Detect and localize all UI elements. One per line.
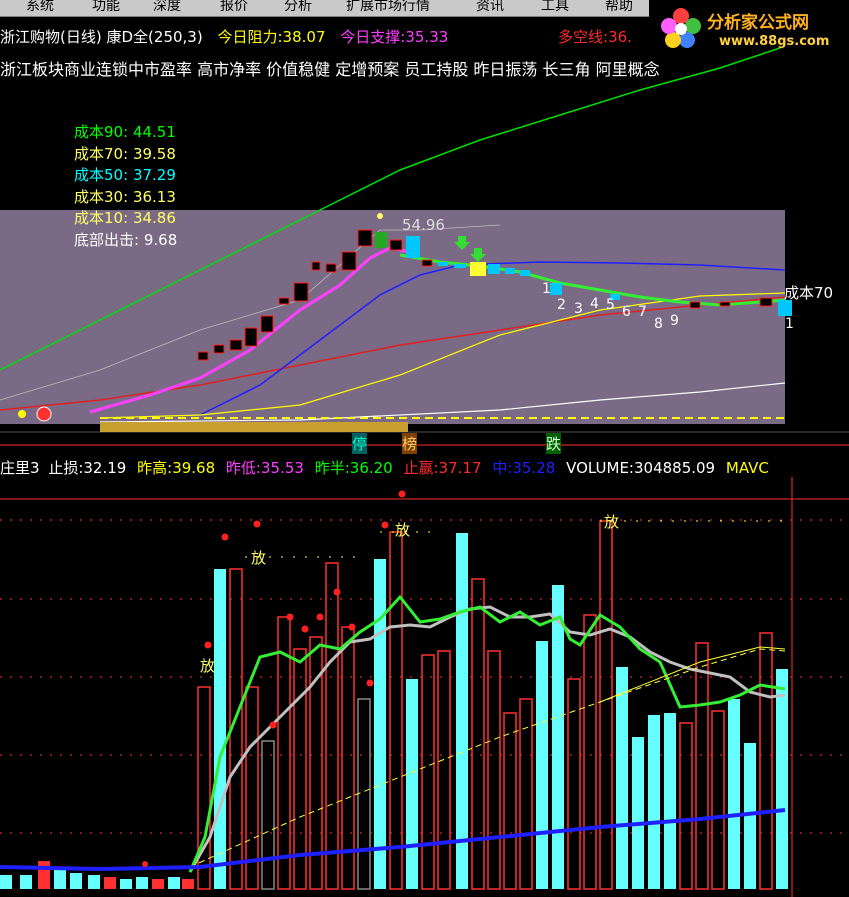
cost-70: 成本70: 39.58 [74,144,176,163]
signal-fang: 放 [395,521,410,539]
volume-bar [695,642,709,890]
volume-bar [536,641,548,889]
accumulation-band [100,422,408,432]
volume-bar [728,699,740,889]
take-profit-value: 37.17 [438,459,482,477]
volume-bar [88,875,100,889]
volume-bar [421,654,435,890]
stop-value: 32.19 [83,459,127,477]
signal-stop: 停 [352,433,368,454]
wave-number: 3 [574,301,583,317]
volume-bar [325,562,339,890]
volume-value: 304885.09 [633,459,716,477]
yellow-dot-marker [18,410,26,418]
wave-number: 1 [785,316,794,332]
volume-bar [120,879,132,889]
volume-bar [136,877,148,889]
wave-number: 8 [654,316,663,332]
volume-bar [374,559,386,889]
cost-list: 成本90: 44.51 成本70: 39.58 成本50: 37.29 成本30… [74,122,177,251]
volume-bar [70,873,82,889]
red-circle-marker [36,406,52,422]
volume-bar [632,737,644,889]
signal-fang: 放 [251,549,266,567]
volume-bar [406,679,418,889]
wave-number: 6 [622,304,631,320]
wave-number: 9 [670,313,679,329]
volume-bars [0,520,788,890]
volume-bar [776,669,788,889]
volume-bar [567,678,581,890]
volume-bar [38,861,50,889]
cost-50: 成本50: 37.29 [74,166,176,184]
volume-bar [277,616,291,890]
volume-bar [583,614,597,890]
volume-bar [104,877,116,889]
volume-bar [711,710,725,890]
cost-10: 成本10: 34.86 [74,209,176,227]
wave-number: 1 [542,281,551,297]
volume-bar [182,879,194,889]
volume-bar [214,569,226,889]
volume-bar [389,531,403,890]
volume-bar [487,650,501,890]
volume-bar [503,712,517,890]
volume-bar [471,578,485,890]
signal-board: 榜 [402,433,418,454]
volume-bar [0,875,12,889]
volume-bar [552,585,564,889]
high-marker [377,213,383,219]
prev-low-value: 35.53 [260,459,304,477]
high-price-label: 54.96 [402,216,445,234]
volume-bar [599,520,613,890]
cost-90: 成本90: 44.51 [74,123,176,141]
volume-bar [616,667,628,889]
volume-bar [759,632,773,890]
cost70-label: 成本70 [784,284,833,302]
wave-number: 7 [638,304,647,320]
volume-bar [648,715,660,889]
volume-bar [54,869,66,889]
signal-fall: 跌 [546,433,562,454]
volume-bar [679,722,693,890]
wave-number: 5 [606,297,615,313]
signal-fang: 放 [604,513,619,531]
volume-bar [152,879,164,889]
prev-half-value: 36.20 [349,459,393,477]
volume-bar [20,875,32,889]
mid-value: 35.28 [512,459,556,477]
volume-bar [664,713,676,889]
volume-legend: 庄里3 止损:32.19 昨高:39.68 昨低:35.53 昨半:36.20 … [0,459,769,477]
volume-bar [261,740,275,890]
bottom-attack: 底部出击: 9.68 [74,230,178,249]
cost-30: 成本30: 36.13 [74,187,176,206]
signal-fang: 放 [200,657,215,675]
prev-high-value: 39.68 [172,459,216,477]
wave-number: 2 [557,297,566,313]
lower-indicator-name: 庄里3 [0,459,40,477]
mavc-label: MAVC [725,459,769,477]
wave-number: 4 [590,296,599,312]
volume-bar [456,533,468,889]
volume-chart[interactable]: 放 放 放 放 [0,477,849,897]
volume-bar [357,698,371,890]
volume-bar [168,877,180,889]
volume-bar [437,650,451,890]
